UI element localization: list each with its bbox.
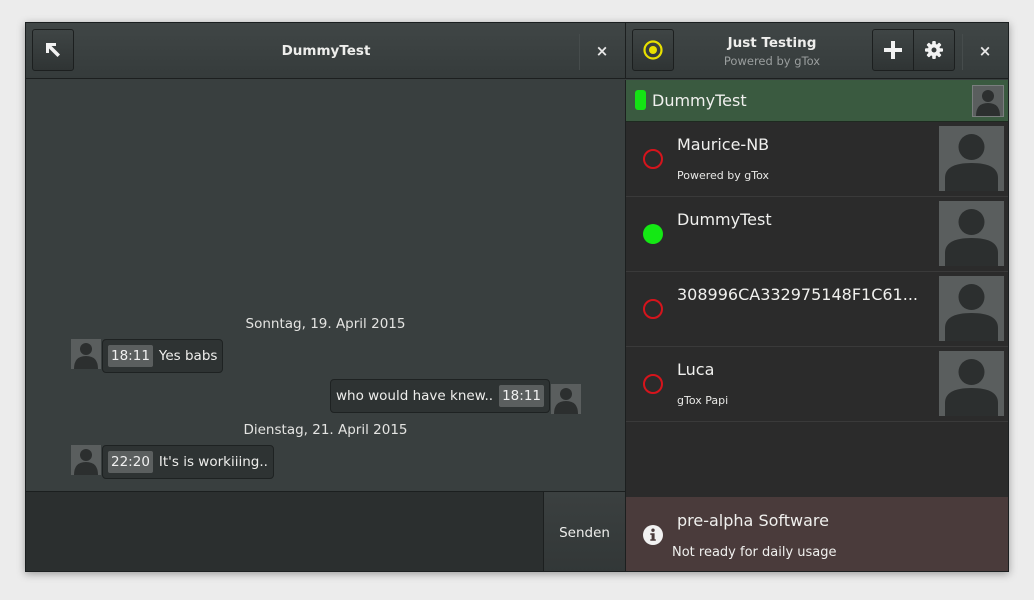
- message-time: 22:20: [108, 451, 153, 473]
- message-text: It's is workiiing..: [158, 454, 268, 470]
- online-status-icon: [643, 224, 663, 244]
- add-contact-button[interactable]: [872, 29, 914, 71]
- notice-text: Not ready for daily usage: [672, 545, 837, 560]
- own-avatar: [551, 384, 581, 414]
- message-bubble: 18:11 Yes babs: [102, 339, 224, 373]
- gtox-window: DummyTest × Just Testing Powered by gTox: [25, 22, 1009, 572]
- person-icon: [945, 284, 998, 341]
- contact-item[interactable]: DummyTest: [626, 197, 1008, 272]
- message-bubble: who would have knew.. 18:11: [329, 379, 550, 413]
- detach-chat-button[interactable]: [32, 29, 74, 71]
- contact-name: DummyTest: [677, 210, 772, 229]
- info-icon: [643, 525, 663, 545]
- person-icon: [976, 90, 1000, 116]
- chat-title: DummyTest: [281, 43, 371, 59]
- message-time: 18:11: [108, 345, 153, 367]
- header-separator: [962, 34, 963, 70]
- plus-icon: [884, 41, 902, 59]
- notice-title: pre-alpha Software: [677, 511, 829, 530]
- contact-name: 308996CA332975148F1C61...: [677, 285, 918, 304]
- self-status-indicator: [635, 90, 646, 110]
- close-chat-button[interactable]: ×: [592, 41, 612, 61]
- chat-headerbar: DummyTest ×: [26, 23, 625, 79]
- main-headerbar: Just Testing Powered by gTox ×: [625, 23, 1008, 79]
- contact-item[interactable]: Maurice-NB Powered by gTox: [626, 122, 1008, 197]
- offline-status-icon: [643, 149, 663, 169]
- person-icon: [554, 388, 578, 414]
- status-button[interactable]: [632, 29, 674, 71]
- active-chat-avatar: [972, 85, 1004, 117]
- date-separator: Sonntag, 19. April 2015: [245, 316, 406, 332]
- message-compose-area: Senden: [26, 491, 625, 571]
- message-text: Yes babs: [158, 348, 218, 364]
- date-separator: Dienstag, 21. April 2015: [243, 422, 408, 438]
- person-icon: [945, 359, 998, 416]
- offline-status-icon: [643, 374, 663, 394]
- active-chat-row[interactable]: DummyTest: [626, 80, 1008, 122]
- chat-history[interactable]: Sonntag, 19. April 2015 18:11 Yes babs w…: [26, 80, 625, 491]
- message-bubble: 22:20 It's is workiiing..: [102, 445, 274, 479]
- offline-status-icon: [643, 299, 663, 319]
- message-text: who would have knew..: [335, 388, 494, 404]
- notice-banner: pre-alpha Software Not ready for daily u…: [626, 497, 1008, 571]
- message-time: 18:11: [499, 385, 544, 407]
- arrow-up-left-icon: [46, 43, 60, 57]
- contact-panel: DummyTest Maurice-NB Powered by gTox Dum…: [625, 80, 1008, 571]
- contact-status-message: gTox Papi: [677, 394, 729, 407]
- header-separator: [579, 34, 580, 70]
- contact-name: Luca: [677, 360, 715, 379]
- active-chat-name: DummyTest: [652, 91, 747, 110]
- person-icon: [945, 134, 998, 191]
- send-button[interactable]: Senden: [543, 492, 625, 571]
- contact-avatar: [939, 351, 1004, 416]
- profile-name: Just Testing: [727, 35, 817, 51]
- contact-avatar: [939, 126, 1004, 191]
- status-ring-icon: [643, 40, 663, 60]
- settings-button[interactable]: [913, 29, 955, 71]
- gear-icon: [925, 41, 943, 59]
- contact-avatar: [71, 445, 101, 475]
- contact-item[interactable]: Luca gTox Papi: [626, 347, 1008, 422]
- person-icon: [945, 209, 998, 266]
- contact-avatar: [939, 276, 1004, 341]
- person-icon: [74, 343, 98, 369]
- person-icon: [74, 449, 98, 475]
- contact-item[interactable]: 308996CA332975148F1C61...: [626, 272, 1008, 347]
- close-window-button[interactable]: ×: [975, 41, 995, 61]
- contact-status-message: Powered by gTox: [677, 169, 769, 182]
- profile-status-message: Powered by gTox: [723, 54, 821, 68]
- message-input[interactable]: [26, 492, 543, 571]
- contact-avatar: [71, 339, 101, 369]
- contact-name: Maurice-NB: [677, 135, 770, 154]
- contact-avatar: [939, 201, 1004, 266]
